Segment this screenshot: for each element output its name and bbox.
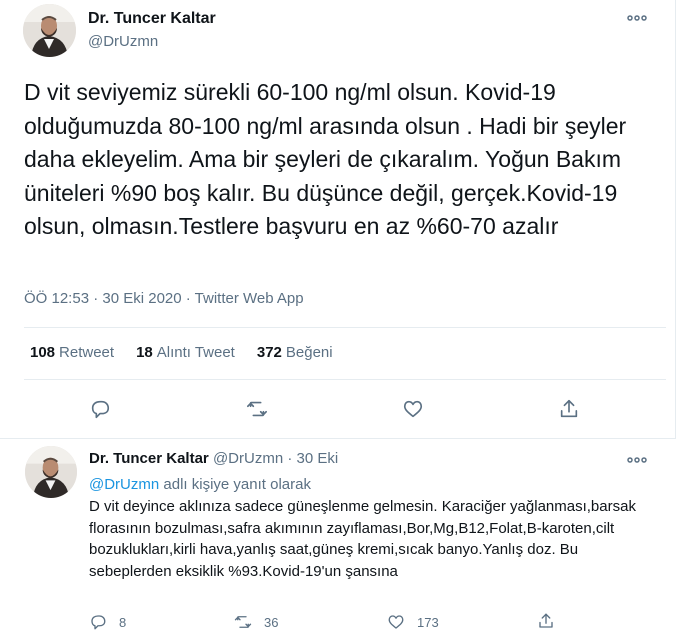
tweet-meta[interactable]: ÖÖ 12:53 · 30 Eki 2020 · Twitter Web App — [24, 290, 304, 307]
divider — [24, 327, 666, 328]
retweet-icon[interactable] — [246, 398, 268, 420]
retweet-button[interactable]: 36 — [234, 613, 278, 631]
share-icon[interactable] — [558, 398, 580, 420]
more-options-icon[interactable] — [627, 455, 647, 465]
share-icon — [537, 612, 555, 630]
reply-to-suffix: adlı kişiye yanıt olarak — [159, 476, 311, 493]
reply-author-name[interactable]: Dr. Tuncer Kaltar — [89, 450, 209, 467]
reply-icon — [89, 613, 107, 631]
quote-tweet-stat[interactable]: 18 Alıntı Tweet — [136, 344, 235, 361]
retweet-count: 36 — [264, 614, 279, 630]
tweet-text: D vit seviyemiz sürekli 60-100 ng/ml ols… — [24, 79, 627, 239]
reply-to-mention[interactable]: @DrUzmn — [89, 476, 159, 493]
share-button[interactable] — [537, 612, 567, 630]
reply-meta[interactable]: @DrUzmn · 30 Eki — [213, 450, 338, 467]
more-options-icon[interactable] — [627, 13, 647, 23]
like-button[interactable]: 173 — [387, 613, 439, 631]
replying-to: @DrUzmn adlı kişiye yanıt olarak — [89, 476, 311, 493]
like-stat[interactable]: 372 Beğeni — [257, 344, 333, 361]
like-icon[interactable] — [402, 398, 424, 420]
reply-count: 8 — [119, 614, 127, 630]
reply-icon[interactable] — [89, 398, 111, 420]
reply-header: Dr. Tuncer Kaltar @DrUzmn · 30 Eki — [89, 450, 338, 467]
like-count: 173 — [417, 614, 439, 630]
author-name[interactable]: Dr. Tuncer Kaltar — [88, 10, 216, 28]
retweet-stat[interactable]: 108 Retweet — [30, 344, 114, 361]
reply-text: D vit deyince aklınıza sadece güneşlenme… — [89, 498, 636, 580]
avatar[interactable] — [25, 446, 77, 498]
like-icon — [387, 613, 405, 631]
tweet-stats: 108 Retweet 18 Alıntı Tweet 372 Beğeni — [30, 344, 355, 361]
retweet-icon — [234, 613, 252, 631]
author-handle[interactable]: @DrUzmn — [88, 33, 158, 50]
main-tweet: Dr. Tuncer Kaltar @DrUzmn D vit seviyemi… — [0, 0, 676, 438]
avatar[interactable] — [23, 4, 76, 57]
reply-button[interactable]: 8 — [89, 613, 126, 631]
divider — [24, 379, 666, 380]
